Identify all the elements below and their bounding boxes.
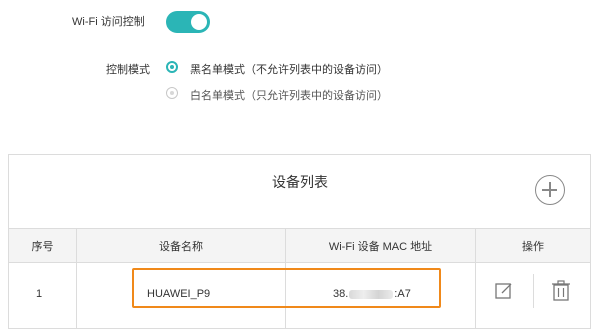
edit-button[interactable] xyxy=(494,281,514,301)
column-header-mac: Wi-Fi 设备 MAC 地址 xyxy=(328,241,433,253)
edit-icon xyxy=(495,283,512,299)
whitelist-mode-radio[interactable] xyxy=(166,87,178,99)
trash-icon xyxy=(552,280,570,301)
toggle-knob xyxy=(191,14,207,30)
highlight-box xyxy=(132,268,441,308)
wifi-access-control-toggle[interactable] xyxy=(166,11,210,33)
blacklist-mode-label[interactable]: 黑名单模式（不允许列表中的设备访问） xyxy=(190,61,388,77)
row-index: 1 xyxy=(36,288,43,300)
delete-button[interactable] xyxy=(550,280,572,302)
add-device-button[interactable] xyxy=(535,175,565,205)
column-header-device-name: 设备名称 xyxy=(159,241,203,253)
column-header-actions: 操作 xyxy=(522,241,544,253)
device-list-title: 设备列表 xyxy=(272,174,328,190)
control-mode-label: 控制模式 xyxy=(106,64,150,76)
wifi-access-control-label: Wi-Fi 访问控制 xyxy=(72,16,145,28)
column-header-index: 序号 xyxy=(31,241,54,253)
blacklist-mode-radio[interactable] xyxy=(166,61,178,73)
action-divider xyxy=(533,274,534,308)
whitelist-mode-label[interactable]: 白名单模式（只允许列表中的设备访问） xyxy=(190,87,388,103)
